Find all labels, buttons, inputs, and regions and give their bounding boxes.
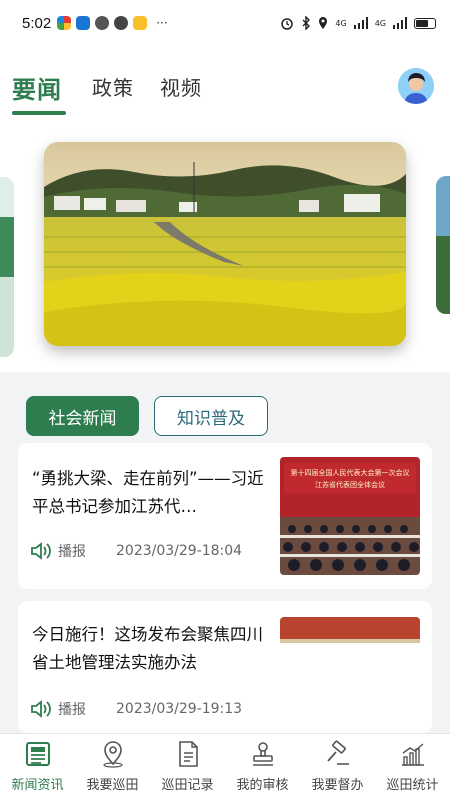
speaker-icon[interactable] [30, 700, 52, 718]
signal-icon [353, 17, 368, 29]
tab-video[interactable]: 视频 [160, 72, 202, 101]
nav-label: 巡田统计 [386, 778, 439, 793]
news-date: 2023/03/29-19:13 [116, 701, 243, 717]
bottom-navigation: 新闻资讯 我要巡田 巡田记录 我的审核 我要督办 巡田统计 [0, 733, 450, 800]
nav-statistics[interactable]: 巡田统计 [375, 734, 450, 800]
banner-carousel [0, 132, 450, 372]
banner-next-slide[interactable] [436, 176, 450, 314]
active-tab-indicator [12, 111, 66, 115]
app-notification-icon [76, 16, 91, 30]
signal-icon [393, 17, 407, 29]
play-label[interactable]: 播报 [58, 541, 86, 561]
play-label[interactable]: 播报 [58, 699, 86, 719]
news-item[interactable]: 今日施行！这场发布会聚焦四川省土地管理法实施办法 播报 2023/03/29-1… [18, 601, 432, 733]
signal-2-label: 4G [374, 18, 386, 28]
thumb-caption-line2: 江苏省代表团全体会议 [315, 480, 385, 489]
stamp-icon [252, 742, 273, 766]
news-title[interactable]: 今日施行！这场发布会聚焦四川省土地管理法实施办法 [32, 621, 267, 677]
app-notification-icon [133, 16, 148, 30]
news-meta: 播报 2023/03/29-19:13 [30, 699, 242, 719]
nav-label: 我要巡田 [86, 778, 139, 793]
top-tab-bar: 要闻 政策 视频 [0, 46, 450, 132]
gavel-icon [326, 740, 349, 765]
signal-1-label: 4G [335, 18, 347, 28]
banner-prev-slide[interactable] [0, 177, 14, 357]
wechat-icon [114, 16, 129, 30]
news-icon [25, 742, 50, 766]
tab-policy[interactable]: 政策 [92, 72, 134, 101]
bar-chart-icon [401, 743, 424, 766]
news-thumbnail[interactable] [280, 617, 420, 733]
alarm-icon [281, 18, 294, 30]
category-social-news-button[interactable]: 社会新闻 [26, 396, 139, 436]
message-icon [95, 16, 110, 30]
nav-label: 巡田记录 [161, 778, 214, 793]
battery-icon [414, 17, 436, 29]
news-title[interactable]: “勇挑大梁、走在前列”——习近平总书记参加江苏代… [32, 465, 267, 521]
nav-records[interactable]: 巡田记录 [150, 734, 225, 800]
category-knowledge-button[interactable]: 知识普及 [154, 396, 268, 436]
notification-icons: ··· [57, 16, 168, 30]
nav-supervise[interactable]: 我要督办 [300, 734, 375, 800]
nav-review[interactable]: 我的审核 [225, 734, 300, 800]
category-switch: 社会新闻 知识普及 [0, 372, 450, 442]
status-time: 5:02 [22, 14, 52, 32]
location-pin-icon [102, 741, 123, 768]
banner-image[interactable] [44, 142, 406, 346]
thumb-caption-line1: 第十四届全国人民代表大会第一次会议 [291, 468, 410, 477]
system-icons: 4G 4G [280, 16, 436, 30]
bluetooth-icon [302, 16, 311, 30]
nav-label: 新闻资讯 [11, 778, 64, 793]
speaker-icon[interactable] [30, 542, 52, 560]
news-meta: 播报 2023/03/29-18:04 [30, 541, 242, 561]
more-notifications: ··· [156, 16, 168, 30]
status-bar: 5:02 ··· 4G 4G [0, 0, 450, 46]
news-thumbnail[interactable]: 第十四届全国人民代表大会第一次会议 江苏省代表团全体会议 [280, 457, 420, 575]
document-icon [178, 741, 198, 767]
nav-label: 我要督办 [311, 778, 364, 793]
nav-news[interactable]: 新闻资讯 [0, 734, 75, 800]
news-item[interactable]: “勇挑大梁、走在前列”——习近平总书记参加江苏代… 播报 2023/03/29-… [18, 443, 432, 589]
nav-label: 我的审核 [236, 778, 289, 793]
location-icon [319, 17, 328, 29]
tab-headlines[interactable]: 要闻 [12, 70, 62, 105]
nav-patrol[interactable]: 我要巡田 [75, 734, 150, 800]
avatar[interactable] [398, 68, 434, 104]
app-notification-icon [57, 16, 72, 30]
news-date: 2023/03/29-18:04 [116, 543, 243, 559]
